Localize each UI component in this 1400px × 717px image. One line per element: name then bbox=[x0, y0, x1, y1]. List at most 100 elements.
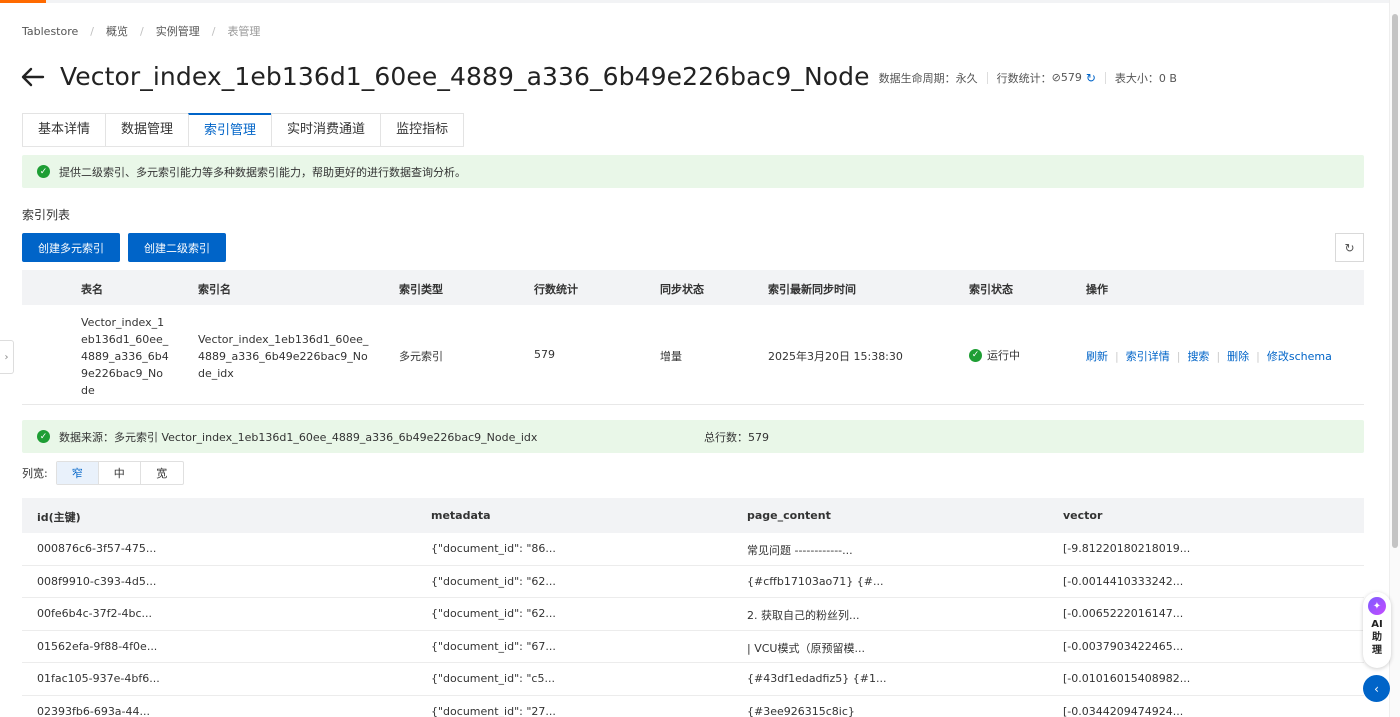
cell-vector: [-0.01016015408982... bbox=[1063, 672, 1191, 685]
action-search-link[interactable]: 搜索 bbox=[1187, 348, 1209, 364]
col-index-type: 索引类型 bbox=[399, 283, 443, 296]
data-table: id(主键) metadata page_content vector 0008… bbox=[22, 498, 1364, 717]
table-row[interactable]: 01fac105-937e-4bf6... {"document_id": "c5… bbox=[22, 663, 1364, 696]
action-delete-link[interactable]: 删除 bbox=[1227, 348, 1249, 364]
action-index-detail-link[interactable]: 索引详情 bbox=[1126, 348, 1170, 364]
column-width-label: 列宽: bbox=[22, 467, 48, 480]
cell-vector: [-0.0065222016147... bbox=[1063, 607, 1184, 620]
cell-page-content: | VCU模式（原预留模... bbox=[747, 641, 865, 655]
tab-basic-details[interactable]: 基本详情 bbox=[22, 113, 106, 146]
data-source-text: 数据来源：多元索引 Vector_index_1eb136d1_60ee_488… bbox=[59, 430, 538, 444]
breadcrumb-tablestore[interactable]: Tablestore bbox=[22, 25, 78, 38]
cell-id: 02393fb6-693a-44... bbox=[37, 704, 151, 717]
col-id: id(主键) bbox=[37, 511, 81, 524]
sparkle-icon: ✦ bbox=[1368, 597, 1386, 615]
breadcrumb-overview[interactable]: 概览 bbox=[106, 23, 128, 39]
collapse-button[interactable]: ‹ bbox=[1363, 675, 1390, 702]
create-secondary-index-button[interactable]: 创建二级索引 bbox=[128, 233, 226, 262]
column-width-segment: 窄 中 宽 bbox=[55, 461, 184, 485]
page-title: Vector_index_1eb136d1_60ee_4889_a336_6b4… bbox=[60, 62, 870, 91]
running-check-icon: ✓ bbox=[969, 348, 982, 362]
table-meta: 数据生命周期：永久 行数统计： ⊘579 ↻ 表大小：0 B bbox=[879, 70, 1177, 86]
table-row: Vector_index_1eb136d1_60ee_4889_a336_6b4… bbox=[22, 305, 1364, 405]
cell-metadata: {"document_id": "c5... bbox=[431, 672, 555, 685]
cell-vector: [-0.0344209474924... bbox=[1063, 704, 1184, 717]
cell-metadata: {"document_id": "67... bbox=[431, 639, 556, 653]
row-actions: 刷新 | 索引详情 | 搜索 | 删除 | 修改schema bbox=[1086, 348, 1332, 364]
create-search-index-button[interactable]: 创建多元索引 bbox=[22, 233, 120, 262]
tab-realtime-channel[interactable]: 实时消费通道 bbox=[271, 113, 381, 146]
notice-text: 提供二级索引、多元索引能力等多种数据索引能力，帮助更好的进行数据查询分析。 bbox=[59, 165, 466, 179]
cell-sync-state: 增量 bbox=[660, 350, 682, 363]
cell-page-content: {#cffb17103ao71} {#... bbox=[747, 574, 884, 588]
col-table-name: 表名 bbox=[81, 283, 103, 296]
tab-index-management[interactable]: 索引管理 bbox=[188, 113, 272, 146]
top-progress-bar bbox=[0, 0, 1390, 3]
action-refresh-link[interactable]: 刷新 bbox=[1086, 348, 1108, 364]
width-narrow-option[interactable]: 窄 bbox=[56, 462, 99, 484]
cell-page-content: {#43df1edadfiz5} {#1... bbox=[747, 672, 887, 685]
back-arrow-icon[interactable] bbox=[20, 64, 46, 90]
cell-index-type: 多元索引 bbox=[399, 350, 443, 363]
col-vector: vector bbox=[1063, 509, 1103, 522]
data-table-header: id(主键) metadata page_content vector bbox=[22, 498, 1364, 533]
section-title: 索引列表 bbox=[22, 208, 71, 222]
table-row[interactable]: 000876c6-3f57-475... {"document_id": "86.… bbox=[22, 533, 1364, 566]
cell-page-content: 常见问题 ------------... bbox=[747, 544, 853, 557]
cell-index-name: Vector_index_1eb136d1_60ee_4889_a336_6b4… bbox=[198, 333, 369, 380]
lifecycle-text: 数据生命周期：永久 bbox=[878, 71, 978, 85]
cell-metadata: {"document_id": "62... bbox=[431, 607, 556, 620]
cell-id: 008f9910-c393-4d5... bbox=[37, 574, 157, 588]
width-wide-option[interactable]: 宽 bbox=[141, 462, 183, 484]
success-check-icon: ✓ bbox=[37, 430, 50, 443]
col-sync-state: 同步状态 bbox=[660, 283, 704, 296]
cell-metadata: {"document_id": "86... bbox=[431, 542, 556, 555]
title-row: Vector_index_1eb136d1_60ee_4889_a336_6b4… bbox=[20, 62, 1177, 91]
cell-row-count: 579 bbox=[534, 348, 555, 361]
cell-id: 000876c6-3f57-475... bbox=[37, 542, 157, 555]
row-stats-label: 行数统计： bbox=[996, 71, 1052, 85]
table-row[interactable]: 01562efa-9f88-4f0e... {"document_id": "67… bbox=[22, 631, 1364, 663]
success-check-icon: ✓ bbox=[37, 165, 50, 178]
side-panel-toggle[interactable]: › bbox=[0, 340, 14, 374]
table-row[interactable]: 008f9910-c393-4d5... {"document_id": "62.… bbox=[22, 566, 1364, 598]
cell-id: 01fac105-937e-4bf6... bbox=[37, 672, 160, 685]
col-row-count: 行数统计 bbox=[534, 283, 578, 296]
column-width-selector: 列宽: 窄 中 宽 bbox=[22, 461, 184, 485]
cell-vector: [-0.0037903422465... bbox=[1063, 639, 1184, 653]
table-row[interactable]: 02393fb6-693a-44... {"document_id": "27..… bbox=[22, 696, 1364, 717]
action-modify-schema-link[interactable]: 修改schema bbox=[1267, 348, 1332, 364]
cell-vector: [-9.81220180218019... bbox=[1063, 542, 1191, 555]
info-notice: ✓ 提供二级索引、多元索引能力等多种数据索引能力，帮助更好的进行数据查询分析。 bbox=[22, 155, 1364, 188]
col-actions: 操作 bbox=[1086, 283, 1108, 296]
col-metadata: metadata bbox=[431, 509, 491, 522]
tab-data-management[interactable]: 数据管理 bbox=[105, 113, 189, 146]
cell-last-sync: 2025年3月20日 15:38:30 bbox=[768, 350, 903, 363]
table-size-text: 表大小：0 B bbox=[1114, 71, 1177, 85]
width-medium-option[interactable]: 中 bbox=[99, 462, 141, 484]
refresh-stats-icon[interactable]: ↻ bbox=[1086, 71, 1096, 85]
table-row[interactable]: 00fe6b4c-37f2-4bc... {"document_id": "62.… bbox=[22, 598, 1364, 631]
cell-metadata: {"document_id": "62... bbox=[431, 574, 556, 588]
cell-id: 00fe6b4c-37f2-4bc... bbox=[37, 607, 152, 620]
cell-page-content: 2. 获取自己的粉丝列... bbox=[747, 609, 860, 622]
cell-metadata: {"document_id": "27... bbox=[431, 704, 556, 717]
col-page-content: page_content bbox=[747, 509, 831, 522]
status-badge: ✓ 运行中 bbox=[969, 347, 1020, 363]
refresh-list-button[interactable]: ↻ bbox=[1335, 233, 1364, 262]
total-rows-text: 总行数：579 bbox=[704, 430, 769, 444]
ai-assistant-label: AI 助理 bbox=[1371, 619, 1383, 656]
ai-assistant-button[interactable]: ✦ AI 助理 bbox=[1363, 592, 1391, 668]
index-table: 表名 索引名 索引类型 行数统计 同步状态 索引最新同步时间 索引状态 操作 V… bbox=[22, 270, 1364, 405]
tab-bar: 基本详情 数据管理 索引管理 实时消费通道 监控指标 bbox=[22, 113, 465, 147]
col-index-status: 索引状态 bbox=[969, 283, 1013, 296]
cell-table-name: Vector_index_1eb136d1_60ee_4889_a336_6b4… bbox=[81, 316, 169, 397]
cell-id: 01562efa-9f88-4f0e... bbox=[37, 639, 158, 653]
chevron-left-icon: ‹ bbox=[1374, 681, 1379, 696]
col-index-name: 索引名 bbox=[198, 283, 231, 296]
status-text: 运行中 bbox=[987, 349, 1020, 362]
breadcrumb-instance-mgmt[interactable]: 实例管理 bbox=[156, 23, 200, 39]
cell-page-content: {#3ee926315c8ic} bbox=[747, 704, 855, 717]
index-table-header: 表名 索引名 索引类型 行数统计 同步状态 索引最新同步时间 索引状态 操作 bbox=[22, 270, 1364, 305]
tab-monitoring[interactable]: 监控指标 bbox=[380, 113, 465, 146]
